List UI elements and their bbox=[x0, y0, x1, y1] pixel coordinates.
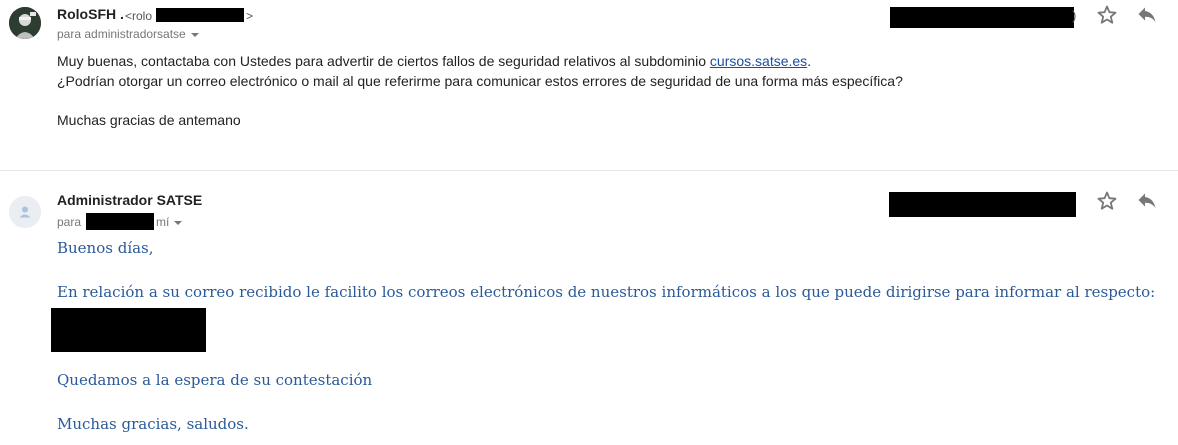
subdomain-link[interactable]: cursos.satse.es bbox=[710, 53, 807, 69]
show-details-caret-icon[interactable] bbox=[190, 32, 199, 37]
redacted-email bbox=[156, 8, 245, 22]
body-text-end: . bbox=[807, 53, 812, 69]
star-outline-icon bbox=[1097, 5, 1117, 24]
message-body-line-1: Muy buenas, contactaba con Ustedes para … bbox=[57, 53, 811, 69]
sender-email: <rolo > bbox=[125, 8, 253, 23]
closing-text: Muchas gracias, saludos. bbox=[57, 415, 249, 433]
body-text: Muy buenas, contactaba con Ustedes para … bbox=[57, 53, 710, 69]
reply-button[interactable] bbox=[1135, 189, 1159, 213]
star-button[interactable] bbox=[1095, 3, 1119, 27]
recipient-suffix: mí bbox=[156, 215, 170, 229]
message-body-line-3: Muchas gracias de antemano bbox=[57, 112, 241, 128]
reply-button[interactable] bbox=[1135, 3, 1159, 27]
sender-email-prefix: <rolo bbox=[125, 9, 153, 23]
sender-avatar[interactable] bbox=[9, 196, 41, 228]
redacted-recipient bbox=[86, 213, 155, 230]
reply-icon bbox=[1138, 193, 1156, 208]
star-button[interactable] bbox=[1095, 189, 1119, 213]
sender-name: Administrador SATSE bbox=[57, 192, 203, 208]
reply-icon bbox=[1138, 7, 1156, 22]
sender-avatar[interactable] bbox=[9, 7, 41, 39]
message-body-line-1: En relación a su correo recibido le faci… bbox=[57, 283, 1156, 301]
recipient-prefix: para bbox=[57, 215, 82, 229]
redacted-emails-block bbox=[51, 308, 206, 352]
show-details-caret-icon[interactable] bbox=[174, 220, 183, 225]
default-person-icon bbox=[9, 196, 41, 228]
greeting-text: Buenos días, bbox=[57, 239, 154, 257]
message-body-line-2: ¿Podrían otorgar un correo electrónico o… bbox=[57, 73, 903, 89]
recipient-line: para mí bbox=[57, 213, 183, 230]
date-suffix: ) bbox=[1072, 8, 1077, 23]
star-outline-icon bbox=[1097, 191, 1117, 210]
sender-email-suffix: > bbox=[246, 9, 254, 23]
avatar-image bbox=[9, 7, 41, 39]
email-message-2: Administrador SATSE para mí Buenos días, … bbox=[0, 171, 1178, 445]
redacted-date bbox=[889, 192, 1076, 217]
redacted-date bbox=[890, 7, 1074, 28]
recipient-line: para administradorsatse bbox=[57, 27, 199, 41]
email-message-1: RoloSFH . <rolo > para administradorsatse… bbox=[0, 0, 1178, 170]
recipient-text: para administradorsatse bbox=[57, 27, 186, 41]
message-body-line-2: Quedamos a la espera de su contestación bbox=[57, 371, 373, 389]
sender-name: RoloSFH . bbox=[57, 6, 124, 22]
